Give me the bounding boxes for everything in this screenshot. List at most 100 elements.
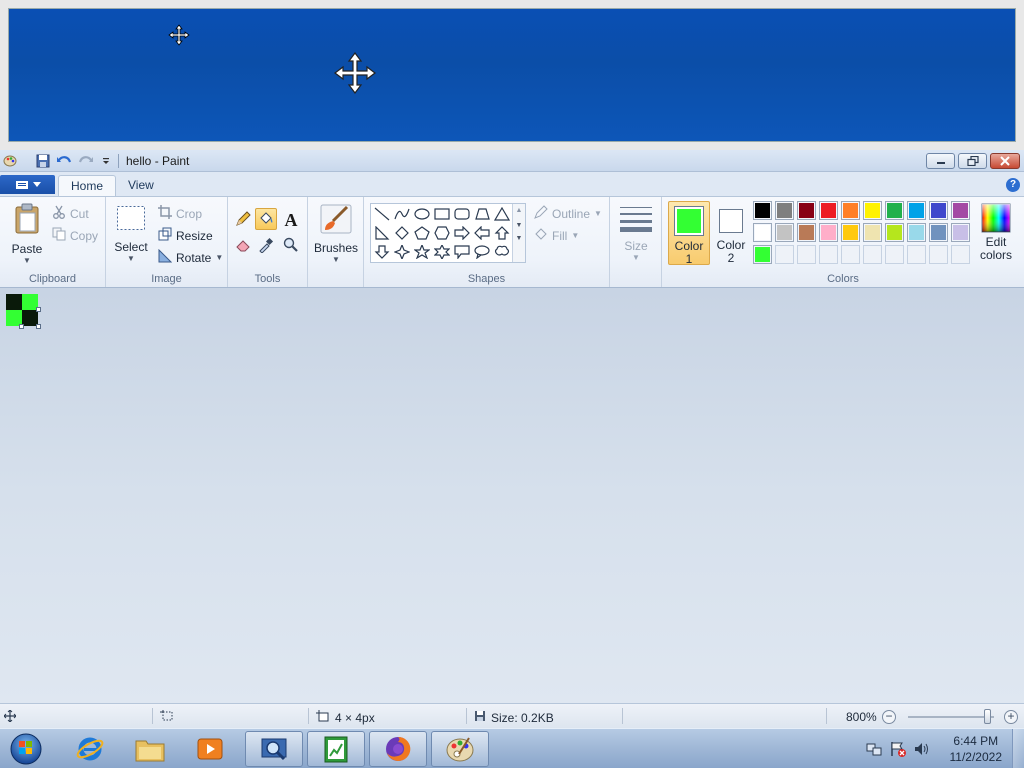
help-icon[interactable]: ? [1006, 178, 1020, 192]
palette-color-swatch[interactable] [951, 223, 970, 242]
media-player-taskbar-icon[interactable] [181, 731, 239, 767]
palette-color-swatch[interactable] [929, 223, 948, 242]
palette-color-swatch[interactable] [885, 223, 904, 242]
palette-color-swatch[interactable] [929, 201, 948, 220]
show-desktop-button[interactable] [1012, 729, 1024, 768]
polygon-shape-icon[interactable] [472, 205, 492, 223]
paint-menu-button[interactable] [0, 175, 55, 194]
zoom-out-button[interactable]: − [882, 710, 896, 724]
palette-color-swatch[interactable] [841, 201, 860, 220]
tab-home[interactable]: Home [58, 175, 117, 196]
undo-icon[interactable] [56, 153, 72, 169]
palette-empty-swatch[interactable] [951, 245, 970, 264]
line-shape-icon[interactable] [372, 205, 392, 223]
palette-color-swatch[interactable] [885, 201, 904, 220]
palette-color-swatch[interactable] [819, 223, 838, 242]
text-tool[interactable]: A [280, 209, 302, 231]
palette-empty-swatch[interactable] [841, 245, 860, 264]
palette-color-swatch[interactable] [775, 223, 794, 242]
paint-taskbar-icon[interactable] [431, 731, 489, 767]
network-tray-icon[interactable] [866, 741, 882, 757]
file-explorer-taskbar-icon[interactable] [121, 731, 179, 767]
palette-color-swatch[interactable] [819, 201, 838, 220]
magnifier-app-taskbar-icon[interactable] [245, 731, 303, 767]
color1-button[interactable]: Color 1 [668, 201, 710, 266]
palette-empty-swatch[interactable] [819, 245, 838, 264]
right-arrow-shape-icon[interactable] [452, 224, 472, 242]
copy-button[interactable]: Copy [52, 227, 98, 244]
shapes-scroll[interactable]: ▲ ▼ ▼ [512, 204, 525, 262]
palette-color-swatch[interactable] [753, 245, 772, 264]
diamond-shape-icon[interactable] [392, 224, 412, 242]
shapes-scroll-up-icon[interactable]: ▲ [513, 207, 525, 214]
resize-handle-bottom[interactable] [19, 324, 24, 329]
fill-button[interactable]: Fill ▼ [534, 227, 579, 244]
five-point-star-shape-icon[interactable] [412, 243, 432, 261]
six-point-star-shape-icon[interactable] [432, 243, 452, 261]
resize-button[interactable]: Resize [158, 227, 213, 244]
close-button[interactable] [990, 153, 1020, 169]
canvas-area[interactable] [0, 288, 1024, 703]
color2-button[interactable]: Color 2 [714, 205, 750, 265]
palette-color-swatch[interactable] [907, 201, 926, 220]
tab-view[interactable]: View [116, 175, 166, 196]
palette-color-swatch[interactable] [753, 223, 772, 242]
hexagon-shape-icon[interactable] [432, 224, 452, 242]
rotate-button[interactable]: Rotate ▼ [158, 248, 223, 266]
image-canvas[interactable] [6, 294, 38, 326]
brushes-button[interactable]: Brushes ▼ [314, 203, 358, 264]
paste-button[interactable]: Paste ▼ [8, 203, 46, 265]
shapes-expand-icon[interactable]: ▼ [513, 235, 525, 242]
paint-app-icon[interactable] [2, 153, 18, 169]
zoom-in-button[interactable]: + [1004, 710, 1018, 724]
rectangle-shape-icon[interactable] [432, 205, 452, 223]
four-point-star-shape-icon[interactable] [392, 243, 412, 261]
fill-tool[interactable] [255, 208, 277, 230]
size-button[interactable]: Size ▼ [618, 205, 654, 262]
right-triangle-shape-icon[interactable] [372, 224, 392, 242]
zoom-slider-thumb[interactable] [983, 709, 991, 724]
redo-icon[interactable] [78, 153, 94, 169]
down-arrow-shape-icon[interactable] [372, 243, 392, 261]
up-arrow-shape-icon[interactable] [492, 224, 512, 242]
left-arrow-shape-icon[interactable] [472, 224, 492, 242]
canvas-pixel[interactable] [6, 294, 22, 310]
system-clock[interactable]: 6:44 PM 11/2/2022 [950, 733, 1003, 765]
outline-button[interactable]: Outline ▼ [534, 205, 602, 222]
internet-explorer-taskbar-icon[interactable] [61, 731, 119, 767]
oval-callout-shape-icon[interactable] [472, 243, 492, 261]
firefox-taskbar-icon[interactable] [369, 731, 427, 767]
palette-color-swatch[interactable] [863, 223, 882, 242]
crop-button[interactable]: Crop [158, 205, 202, 222]
edit-colors-button[interactable]: Edit colors [976, 203, 1016, 262]
palette-color-swatch[interactable] [951, 201, 970, 220]
cut-button[interactable]: Cut [52, 205, 89, 222]
volume-tray-icon[interactable] [914, 741, 930, 757]
magnifier-tool[interactable] [280, 235, 302, 257]
palette-color-swatch[interactable] [907, 223, 926, 242]
resize-handle-corner[interactable] [36, 324, 41, 329]
curve-shape-icon[interactable] [392, 205, 412, 223]
palette-color-swatch[interactable] [863, 201, 882, 220]
resize-handle-right[interactable] [36, 307, 41, 312]
minimize-button[interactable] [926, 153, 955, 169]
pentagon-shape-icon[interactable] [412, 224, 432, 242]
palette-color-swatch[interactable] [753, 201, 772, 220]
select-button[interactable]: Select ▼ [114, 205, 148, 263]
save-icon[interactable] [35, 153, 51, 169]
palette-empty-swatch[interactable] [907, 245, 926, 264]
palette-empty-swatch[interactable] [775, 245, 794, 264]
palette-empty-swatch[interactable] [929, 245, 948, 264]
action-center-tray-icon[interactable] [890, 741, 906, 757]
palette-empty-swatch[interactable] [797, 245, 816, 264]
palette-color-swatch[interactable] [841, 223, 860, 242]
shapes-scroll-down-icon[interactable]: ▼ [513, 222, 525, 229]
palette-color-swatch[interactable] [775, 201, 794, 220]
palette-empty-swatch[interactable] [885, 245, 904, 264]
triangle-shape-icon[interactable] [492, 205, 512, 223]
customize-quick-access-icon[interactable] [98, 153, 114, 169]
zoom-slider-track[interactable] [908, 716, 994, 718]
start-button[interactable] [6, 731, 46, 767]
oval-shape-icon[interactable] [412, 205, 432, 223]
rounded-rectangle-shape-icon[interactable] [452, 205, 472, 223]
